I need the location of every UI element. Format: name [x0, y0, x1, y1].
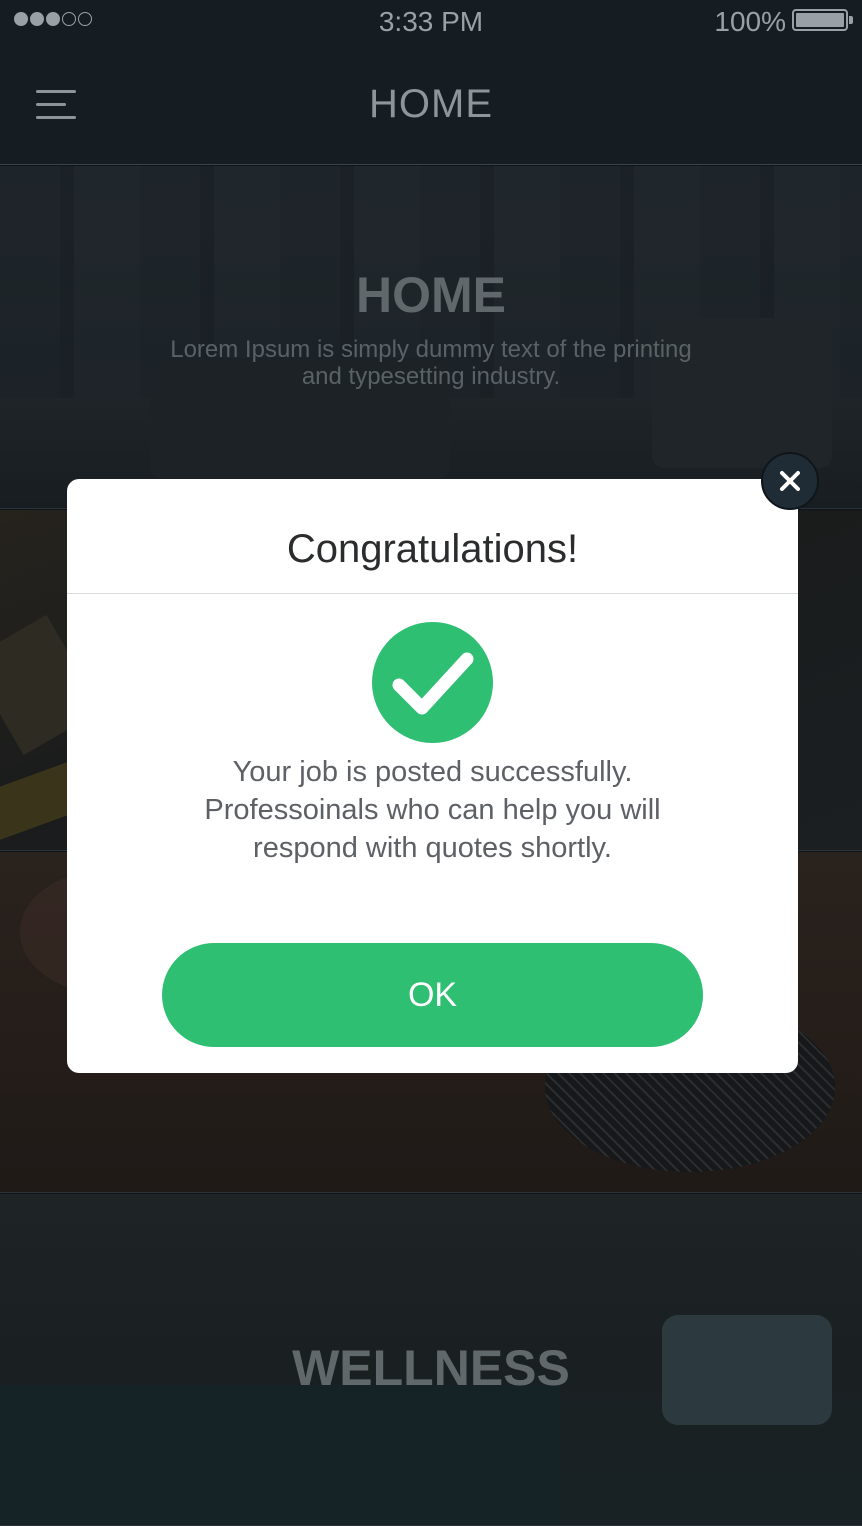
modal-message-line: Your job is posted successfully.	[232, 756, 633, 788]
modal-divider	[67, 593, 798, 594]
battery-tip	[849, 16, 853, 24]
ok-button[interactable]: OK	[162, 943, 703, 1047]
card-title: WELLNESS	[292, 1340, 570, 1396]
category-card-home[interactable]: HOME Lorem Ipsum is simply dummy text of…	[0, 166, 862, 509]
close-button[interactable]	[761, 452, 819, 510]
category-card-wellness[interactable]: WELLNESS	[0, 1194, 862, 1526]
card-image-pool	[0, 1385, 560, 1525]
battery-percentage: 100%	[714, 6, 786, 37]
modal-message-line: Professoinals who can help you will	[204, 794, 661, 826]
close-icon	[780, 471, 800, 491]
modal-message: Your job is posted successfully. Profess…	[67, 753, 798, 867]
checkmark-circle-icon	[372, 622, 493, 743]
card-title: HOME	[356, 267, 506, 323]
page-title: HOME	[369, 82, 493, 126]
card-description: Lorem Ipsum is simply dummy text of the …	[170, 336, 692, 390]
status-bar: 3:33 PM 100%	[0, 0, 862, 44]
success-modal: Congratulations! Your job is posted succ…	[67, 479, 798, 1073]
battery-icon	[792, 9, 848, 31]
modal-title: Congratulations!	[286, 527, 579, 571]
modal-message-line: respond with quotes shortly.	[253, 832, 612, 864]
nav-bar: HOME	[0, 44, 862, 165]
